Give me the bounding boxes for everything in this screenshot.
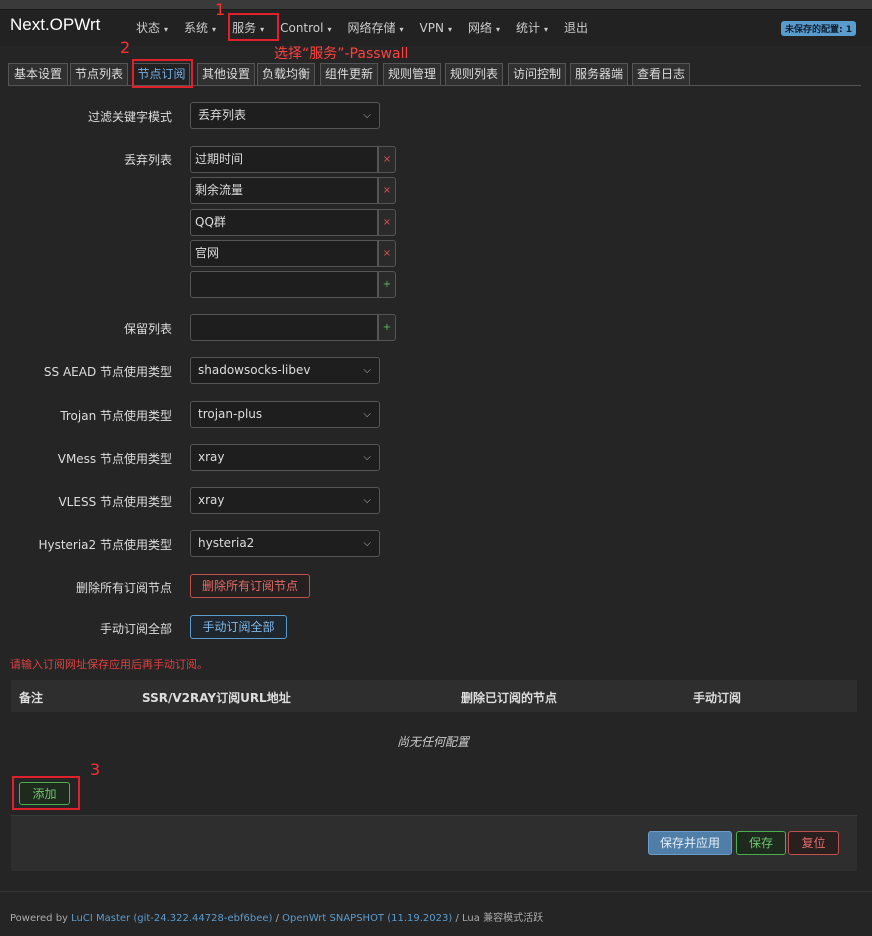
openwrt-link[interactable]: OpenWrt SNAPSHOT (11.19.2023): [282, 913, 452, 924]
discard-new-input[interactable]: [190, 271, 378, 298]
keep-list-input[interactable]: [190, 314, 378, 341]
chevron-down-icon: ⌵: [363, 495, 371, 506]
discard-item-input[interactable]: 官网: [190, 240, 378, 267]
tab-rule-list[interactable]: 规则列表: [445, 63, 503, 85]
header: Next.OPWrt 状态 ▾ 系统 ▾ 服务 ▾ Control ▾ 网络存储 ▾ VP…: [0, 10, 872, 46]
tab-other-settings[interactable]: 其他设置: [197, 63, 255, 85]
filter-mode-label: 过滤关键字模式: [87, 110, 172, 124]
chevron-down-icon: ⌵: [363, 538, 371, 549]
discard-item-input[interactable]: QQ群: [190, 209, 378, 236]
chevron-down-icon: ⌵: [363, 452, 371, 463]
chevron-down-icon: ⌵: [363, 110, 371, 121]
remove-item-button[interactable]: ×: [378, 240, 396, 267]
tab-server[interactable]: 服务器端: [570, 63, 628, 85]
annotation-step-1: 1: [215, 0, 226, 19]
annotation-step-2: 2: [120, 38, 131, 57]
column-manual-subscribe: 手动订阅: [693, 691, 742, 705]
discard-item-input[interactable]: 过期时间: [190, 146, 378, 173]
caret-down-icon: ▾: [327, 25, 332, 34]
remove-item-button[interactable]: ×: [378, 177, 396, 204]
remove-item-button[interactable]: ×: [378, 146, 396, 173]
discard-item-input[interactable]: 剩余流量: [190, 177, 378, 204]
caret-down-icon: ▾: [544, 25, 549, 34]
manual-subscribe-all-label: 手动订阅全部: [99, 622, 172, 636]
annotation-step-3: 3: [90, 760, 101, 779]
tab-node-list[interactable]: 节点列表: [70, 63, 128, 85]
tab-access-control[interactable]: 访问控制: [508, 63, 566, 85]
main-menu: 状态 ▾ 系统 ▾ 服务 ▾ Control ▾ 网络存储 ▾ VPN ▾ 网络 ▾ 统计 ▾ …: [128, 10, 596, 46]
menu-logout[interactable]: 退出: [556, 10, 596, 46]
caret-down-icon: ▾: [399, 25, 404, 34]
tab-bar: 基本设置 节点列表 节点订阅 其他设置 负载均衡 组件更新 规则管理 规则列表 …: [8, 63, 861, 86]
add-item-button[interactable]: +: [378, 314, 396, 341]
reset-button[interactable]: 复位: [788, 831, 839, 855]
delete-all-subscribe-nodes-button[interactable]: 删除所有订阅节点: [190, 574, 310, 598]
caret-down-icon: ▾: [164, 25, 169, 34]
subscribe-warning: 请输入订阅网址保存应用后再手动订阅。: [10, 658, 208, 671]
trojan-label: Trojan 节点使用类型: [60, 409, 172, 423]
remove-item-button[interactable]: ×: [378, 209, 396, 236]
manual-subscribe-all-button[interactable]: 手动订阅全部: [190, 615, 287, 639]
tab-view-log[interactable]: 查看日志: [632, 63, 690, 85]
table-empty-message: 尚无任何配置: [396, 735, 469, 749]
tab-load-balance[interactable]: 负载均衡: [257, 63, 315, 85]
ss-aead-select[interactable]: shadowsocks-libev ⌵: [190, 357, 380, 384]
luci-link[interactable]: LuCI Master (git-24.322.44728-ebf6bee): [71, 913, 272, 924]
menu-nas[interactable]: 网络存储 ▾: [340, 10, 412, 46]
vless-select[interactable]: xray ⌵: [190, 487, 380, 514]
menu-statistics[interactable]: 统计 ▾: [508, 10, 556, 46]
trojan-select[interactable]: trojan-plus ⌵: [190, 401, 380, 428]
footer: Powered by LuCI Master (git-24.322.44728…: [10, 913, 544, 924]
menu-network[interactable]: 网络 ▾: [460, 10, 508, 46]
column-delete-subscribed: 删除已订阅的节点: [461, 691, 558, 705]
caret-down-icon: ▾: [447, 25, 452, 34]
caret-down-icon: ▾: [212, 25, 217, 34]
unsaved-changes-badge[interactable]: 未保存的配置: 1: [781, 21, 856, 36]
footer-divider: [0, 891, 872, 892]
subscription-table-header: 备注 SSR/V2RAY订阅URL地址 删除已订阅的节点 手动订阅: [11, 680, 857, 712]
top-stripe: [0, 0, 872, 10]
filter-mode-select[interactable]: 丢弃列表 ⌵: [190, 102, 380, 129]
delete-all-label: 删除所有订阅节点: [75, 581, 172, 595]
save-button[interactable]: 保存: [736, 831, 786, 855]
menu-status[interactable]: 状态 ▾: [128, 10, 176, 46]
caret-down-icon: ▾: [260, 25, 265, 34]
chevron-down-icon: ⌵: [363, 365, 371, 376]
ss-aead-label: SS AEAD 节点使用类型: [43, 365, 172, 379]
tab-node-subscribe[interactable]: 节点订阅: [133, 63, 190, 85]
column-remark: 备注: [19, 691, 44, 705]
caret-down-icon: ▾: [495, 25, 500, 34]
chevron-down-icon: ⌵: [363, 409, 371, 420]
discard-list-label: 丢弃列表: [123, 153, 172, 167]
vmess-select[interactable]: xray ⌵: [190, 444, 380, 471]
menu-vpn[interactable]: VPN ▾: [412, 10, 460, 46]
tab-component-update[interactable]: 组件更新: [320, 63, 378, 85]
hysteria2-select[interactable]: hysteria2 ⌵: [190, 530, 380, 557]
tab-basic-settings[interactable]: 基本设置: [8, 63, 68, 85]
add-subscription-button[interactable]: 添加: [19, 782, 70, 805]
annotation-hint: 选择“服务”-Passwall: [274, 46, 409, 62]
column-url: SSR/V2RAY订阅URL地址: [142, 691, 291, 705]
keep-list-label: 保留列表: [123, 322, 172, 336]
brand-logo[interactable]: Next.OPWrt: [10, 15, 100, 35]
tab-rule-manage[interactable]: 规则管理: [383, 63, 441, 85]
vmess-label: VMess 节点使用类型: [57, 452, 172, 466]
menu-services[interactable]: 服务 ▾: [224, 10, 272, 46]
menu-control[interactable]: Control ▾: [272, 10, 339, 46]
vless-label: VLESS 节点使用类型: [58, 495, 172, 509]
save-apply-button[interactable]: 保存并应用: [648, 831, 732, 855]
add-item-button[interactable]: +: [378, 271, 396, 298]
form-action-bar: 保存并应用 保存 复位: [11, 815, 857, 871]
hysteria2-label: Hysteria2 节点使用类型: [38, 538, 172, 552]
